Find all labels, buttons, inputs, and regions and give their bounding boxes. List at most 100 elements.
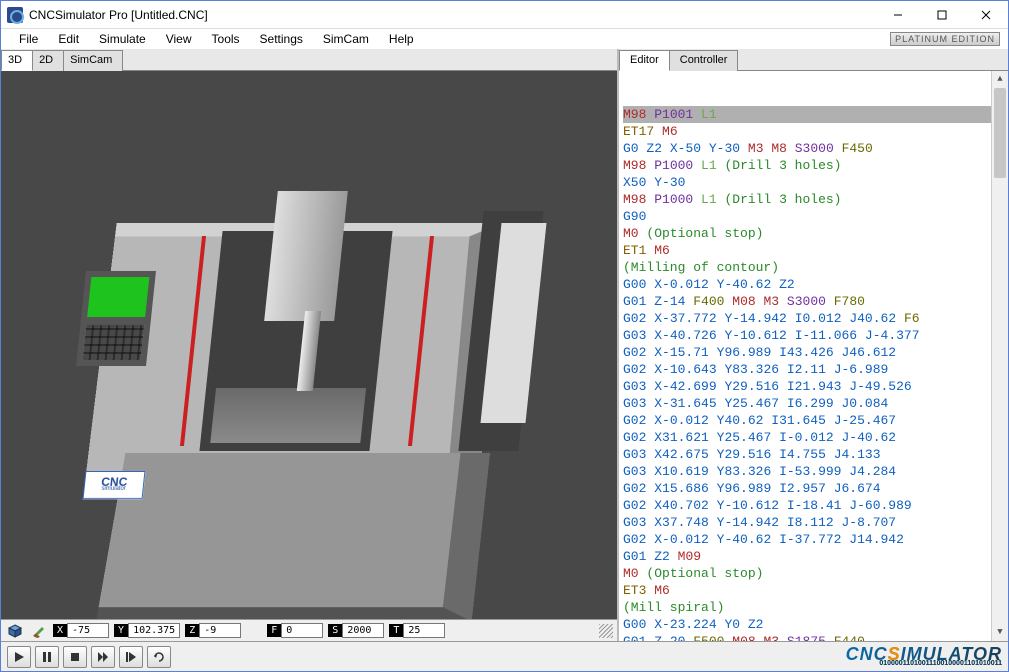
code-line[interactable]: G03 X-40.726 Y-10.612 I-11.066 J-4.377 <box>623 327 1004 344</box>
edition-badge: PLATINUM EDITION <box>890 32 1000 46</box>
code-line[interactable]: G02 X40.702 Y-10.612 I-18.41 J-60.989 <box>623 497 1004 514</box>
params-group: F0S2000T25 <box>265 623 445 638</box>
window-title: CNCSimulator Pro [Untitled.CNC] <box>29 8 208 22</box>
machine-control-panel <box>76 271 156 366</box>
scroll-down-icon[interactable]: ▼ <box>992 624 1008 641</box>
code-line[interactable]: ET17 M6 <box>623 123 1004 140</box>
code-line[interactable]: M0 (Optional stop) <box>623 225 1004 242</box>
viewport-status-bar: X-75Y102.375Z-9 F0S2000T25 <box>1 619 617 641</box>
viewport-3d[interactable]: CNC simulator <box>1 71 617 619</box>
coord-label: Z <box>185 624 199 637</box>
resize-grip-icon[interactable] <box>599 624 613 638</box>
footer-toolbar: CNCSIMULATOR 010000110100111001000011010… <box>1 641 1008 671</box>
brand-logo: CNCSIMULATOR 010000110100111001000011010… <box>846 647 1002 667</box>
code-line[interactable]: G03 X37.748 Y-14.942 I8.112 J-8.707 <box>623 514 1004 531</box>
code-line[interactable]: G02 X-0.012 Y-40.62 I-37.772 J14.942 <box>623 531 1004 548</box>
menu-view[interactable]: View <box>156 30 202 48</box>
brush-icon[interactable] <box>28 622 48 640</box>
code-line[interactable]: G02 X-37.772 Y-14.942 I0.012 J40.62 F6 <box>623 310 1004 327</box>
menu-settings[interactable]: Settings <box>250 30 313 48</box>
coord-y: Y102.375 <box>114 623 180 638</box>
scroll-up-icon[interactable]: ▲ <box>992 71 1008 88</box>
minimize-button[interactable] <box>876 1 920 29</box>
close-button[interactable] <box>964 1 1008 29</box>
machine-logo: CNC simulator <box>83 471 146 499</box>
window-controls <box>876 1 1008 29</box>
scroll-track[interactable] <box>992 88 1008 624</box>
coord-value: -75 <box>67 623 109 638</box>
coord-label: Y <box>114 624 128 637</box>
stop-button[interactable] <box>63 646 87 668</box>
param-s: S2000 <box>328 623 384 638</box>
code-line[interactable]: M98 P1000 L1 (Drill 3 holes) <box>623 157 1004 174</box>
code-line[interactable]: G02 X-10.643 Y83.326 I2.11 J-6.989 <box>623 361 1004 378</box>
view-tab-simcam[interactable]: SimCam <box>63 50 123 71</box>
pause-button[interactable] <box>35 646 59 668</box>
title-bar: CNCSimulator Pro [Untitled.CNC] <box>1 1 1008 29</box>
code-line[interactable]: G03 X10.619 Y83.326 I-53.999 J4.284 <box>623 463 1004 480</box>
menu-simcam[interactable]: SimCam <box>313 30 379 48</box>
code-line[interactable]: G02 X-0.012 Y40.62 I31.645 J-25.467 <box>623 412 1004 429</box>
code-line[interactable]: G03 X-42.699 Y29.516 I21.943 J-49.526 <box>623 378 1004 395</box>
view-panel: 3D2DSimCam CNC simulator <box>1 49 619 641</box>
menu-tools[interactable]: Tools <box>202 30 250 48</box>
code-line[interactable]: G00 X-23.224 Y0 Z2 <box>623 616 1004 633</box>
play-button[interactable] <box>7 646 31 668</box>
param-label: S <box>328 624 342 637</box>
menu-edit[interactable]: Edit <box>48 30 89 48</box>
coords-group: X-75 Y102.375 Z-9 <box>51 623 241 638</box>
code-line[interactable]: G02 X-15.71 Y96.989 I43.426 J46.612 <box>623 344 1004 361</box>
code-line[interactable]: G00 X-0.012 Y-40.62 Z2 <box>623 276 1004 293</box>
coord-value: 102.375 <box>128 623 180 638</box>
step-button[interactable] <box>119 646 143 668</box>
editor-tab-editor[interactable]: Editor <box>619 50 670 71</box>
code-line[interactable]: G02 X31.621 Y25.467 I-0.012 J-40.62 <box>623 429 1004 446</box>
editor-tab-controller[interactable]: Controller <box>669 50 739 71</box>
coord-value: -9 <box>199 623 241 638</box>
param-t: T25 <box>389 623 445 638</box>
code-line[interactable]: M98 P1000 L1 (Drill 3 holes) <box>623 191 1004 208</box>
code-line[interactable]: G90 <box>623 208 1004 225</box>
scroll-thumb[interactable] <box>994 88 1006 178</box>
main-row: 3D2DSimCam CNC simulator <box>1 49 1008 641</box>
code-line[interactable]: G01 Z-20 F500 M08 M3 S1875 F440 <box>623 633 1004 641</box>
code-line[interactable]: (Mill spiral) <box>623 599 1004 616</box>
editor-tabs: EditorController <box>619 49 1008 71</box>
menu-file[interactable]: File <box>9 30 48 48</box>
code-line[interactable]: M98 P1001 L1 <box>623 106 1004 123</box>
code-line[interactable]: M0 (Optional stop) <box>623 565 1004 582</box>
code-line[interactable]: G03 X42.675 Y29.516 I4.755 J4.133 <box>623 446 1004 463</box>
menu-items: FileEditSimulateViewToolsSettingsSimCamH… <box>9 30 424 48</box>
view-tabs: 3D2DSimCam <box>1 49 617 71</box>
view-tab-3d[interactable]: 3D <box>1 50 33 71</box>
param-label: T <box>389 624 403 637</box>
iso-view-icon[interactable] <box>5 622 25 640</box>
code-line[interactable]: X50 Y-30 <box>623 174 1004 191</box>
param-value: 0 <box>281 623 323 638</box>
code-line[interactable]: G01 Z2 M09 <box>623 548 1004 565</box>
param-label: F <box>267 624 281 637</box>
code-editor[interactable]: M98 P1001 L1ET17 M6G0 Z2 X-50 Y-30 M3 M8… <box>619 71 1008 641</box>
code-line[interactable]: G03 X-31.645 Y25.467 I6.299 J0.084 <box>623 395 1004 412</box>
code-line[interactable]: ET3 M6 <box>623 582 1004 599</box>
param-value: 2000 <box>342 623 384 638</box>
menu-simulate[interactable]: Simulate <box>89 30 156 48</box>
editor-panel: EditorController M98 P1001 L1ET17 M6G0 Z… <box>619 49 1008 641</box>
menu-bar: FileEditSimulateViewToolsSettingsSimCamH… <box>1 29 1008 49</box>
cnc-machine-render: CNC simulator <box>61 151 541 619</box>
code-line[interactable]: G01 Z-14 F400 M08 M3 S3000 F780 <box>623 293 1004 310</box>
scrollbar-vertical[interactable]: ▲ ▼ <box>991 71 1008 641</box>
menu-help[interactable]: Help <box>379 30 424 48</box>
code-line[interactable]: G0 Z2 X-50 Y-30 M3 M8 S3000 F450 <box>623 140 1004 157</box>
coord-label: X <box>53 624 67 637</box>
code-line[interactable]: ET1 M6 <box>623 242 1004 259</box>
coord-z: Z-9 <box>185 623 241 638</box>
fast-forward-button[interactable] <box>91 646 115 668</box>
view-tab-2d[interactable]: 2D <box>32 50 64 71</box>
app-icon <box>7 7 23 23</box>
code-line[interactable]: (Milling of contour) <box>623 259 1004 276</box>
coord-x: X-75 <box>53 623 109 638</box>
loop-button[interactable] <box>147 646 171 668</box>
code-line[interactable]: G02 X15.686 Y96.989 I2.957 J6.674 <box>623 480 1004 497</box>
maximize-button[interactable] <box>920 1 964 29</box>
